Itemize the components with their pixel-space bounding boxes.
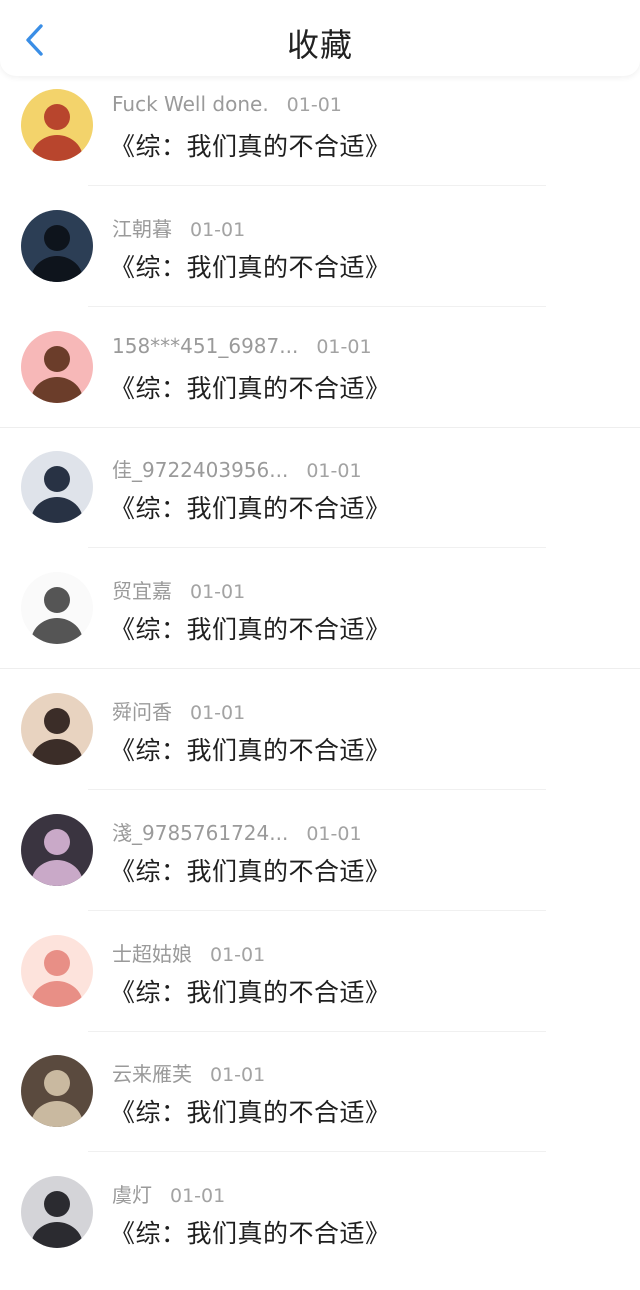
user-name: Fuck Well done. xyxy=(112,92,269,116)
divider xyxy=(88,185,546,186)
item-meta: 士超姑娘 01-01 xyxy=(112,938,265,967)
item-meta: 158***451_6987... 01-01 xyxy=(112,334,372,358)
post-date: 01-01 xyxy=(190,218,246,241)
avatar[interactable] xyxy=(21,692,93,765)
avatar[interactable] xyxy=(21,89,93,161)
book-title: 《综：我们真的不合适》 xyxy=(110,856,391,886)
list-item[interactable]: Fuck Well done. 01-01 《综：我们真的不合适》 xyxy=(0,82,640,203)
divider xyxy=(0,426,640,428)
user-name: 贸宜嘉 xyxy=(112,579,172,604)
user-name: 士超姑娘 xyxy=(112,941,192,966)
avatar-image xyxy=(21,330,93,403)
item-meta: Fuck Well done. 01-01 xyxy=(112,92,342,116)
book-title: 《综：我们真的不合适》 xyxy=(110,735,391,765)
avatar-image xyxy=(21,572,93,645)
avatar[interactable] xyxy=(21,1176,93,1249)
list-item[interactable]: 158***451_6987... 01-01 《综：我们真的不合适》 xyxy=(0,324,640,445)
user-name: 佳_9722403956... xyxy=(112,458,289,483)
avatar-image xyxy=(21,934,93,1007)
avatar-image xyxy=(21,1176,93,1249)
book-title: 《综：我们真的不合适》 xyxy=(110,252,391,282)
book-title: 《综：我们真的不合适》 xyxy=(110,615,391,645)
back-button[interactable] xyxy=(14,18,54,62)
avatar-image xyxy=(21,692,93,765)
book-title: 《综：我们真的不合适》 xyxy=(110,1219,391,1249)
avatar-image xyxy=(21,813,93,886)
user-name: 158***451_6987... xyxy=(112,333,299,358)
favorites-list: Fuck Well done. 01-01 《综：我们真的不合适》 江朝暮 01-0… xyxy=(0,82,640,1290)
avatar-image xyxy=(21,1055,93,1128)
divider xyxy=(88,1030,546,1032)
book-title: 《综：我们真的不合适》 xyxy=(110,977,391,1007)
avatar-image xyxy=(21,209,93,282)
user-name: 云来雁芙 xyxy=(112,1062,192,1087)
page-title: 收藏 xyxy=(286,26,353,64)
avatar[interactable] xyxy=(21,330,93,403)
list-item[interactable]: 士超姑娘 01-01 《综：我们真的不合适》 xyxy=(0,928,640,1049)
post-date: 01-01 xyxy=(306,822,362,845)
list-item[interactable]: 云来雁芙 01-01 《综：我们真的不合适》 xyxy=(0,1048,640,1169)
book-title: 《综：我们真的不合适》 xyxy=(110,1098,391,1128)
item-meta: 佳_9722403956... 01-01 xyxy=(112,454,362,483)
user-name: 江朝暮 xyxy=(112,216,172,241)
post-date: 01-01 xyxy=(210,943,266,966)
item-meta: 舜问香 01-01 xyxy=(112,696,245,725)
user-name: 舜问香 xyxy=(112,699,172,724)
divider xyxy=(0,668,640,670)
book-title: 《综：我们真的不合适》 xyxy=(110,494,391,524)
post-date: 01-01 xyxy=(286,94,342,116)
item-meta: 贸宜嘉 01-01 xyxy=(112,575,245,604)
avatar[interactable] xyxy=(21,813,93,886)
user-name: 虞灯 xyxy=(112,1183,152,1208)
list-item[interactable]: 佳_9722403956... 01-01 《综：我们真的不合适》 xyxy=(0,444,640,565)
divider xyxy=(88,909,546,911)
list-item[interactable]: 淺_9785761724... 01-01 《综：我们真的不合适》 xyxy=(0,807,640,928)
list-item[interactable]: 贸宜嘉 01-01 《综：我们真的不合适》 xyxy=(0,565,640,686)
item-meta: 云来雁芙 01-01 xyxy=(112,1058,265,1087)
avatar[interactable] xyxy=(21,934,93,1007)
divider xyxy=(88,547,546,549)
divider xyxy=(88,788,546,790)
post-date: 01-01 xyxy=(190,581,246,604)
list-item[interactable]: 舜问香 01-01 《综：我们真的不合适》 xyxy=(0,686,640,807)
post-date: 01-01 xyxy=(210,1064,266,1087)
item-meta: 虞灯 01-01 xyxy=(112,1179,225,1208)
avatar[interactable] xyxy=(21,1055,93,1128)
divider xyxy=(88,305,546,307)
post-date: 01-01 xyxy=(190,701,246,724)
top-bar: 收藏 xyxy=(0,0,640,76)
chevron-left-icon xyxy=(26,24,43,56)
post-date: 01-01 xyxy=(170,1185,226,1208)
list-item[interactable]: 江朝暮 01-01 《综：我们真的不合适》 xyxy=(0,203,640,324)
avatar[interactable] xyxy=(21,209,93,282)
post-date: 01-01 xyxy=(316,335,372,358)
avatar-image xyxy=(21,89,93,161)
item-meta: 江朝暮 01-01 xyxy=(112,213,245,242)
user-name: 淺_9785761724... xyxy=(112,820,289,845)
list-item[interactable]: 虞灯 01-01 《综：我们真的不合适》 xyxy=(0,1169,640,1290)
avatar-image xyxy=(21,451,93,524)
book-title: 《综：我们真的不合适》 xyxy=(110,132,391,161)
item-meta: 淺_9785761724... 01-01 xyxy=(112,817,362,846)
avatar[interactable] xyxy=(21,572,93,645)
book-title: 《综：我们真的不合适》 xyxy=(110,373,391,403)
divider xyxy=(88,1151,546,1153)
post-date: 01-01 xyxy=(306,460,362,483)
avatar[interactable] xyxy=(21,451,93,524)
